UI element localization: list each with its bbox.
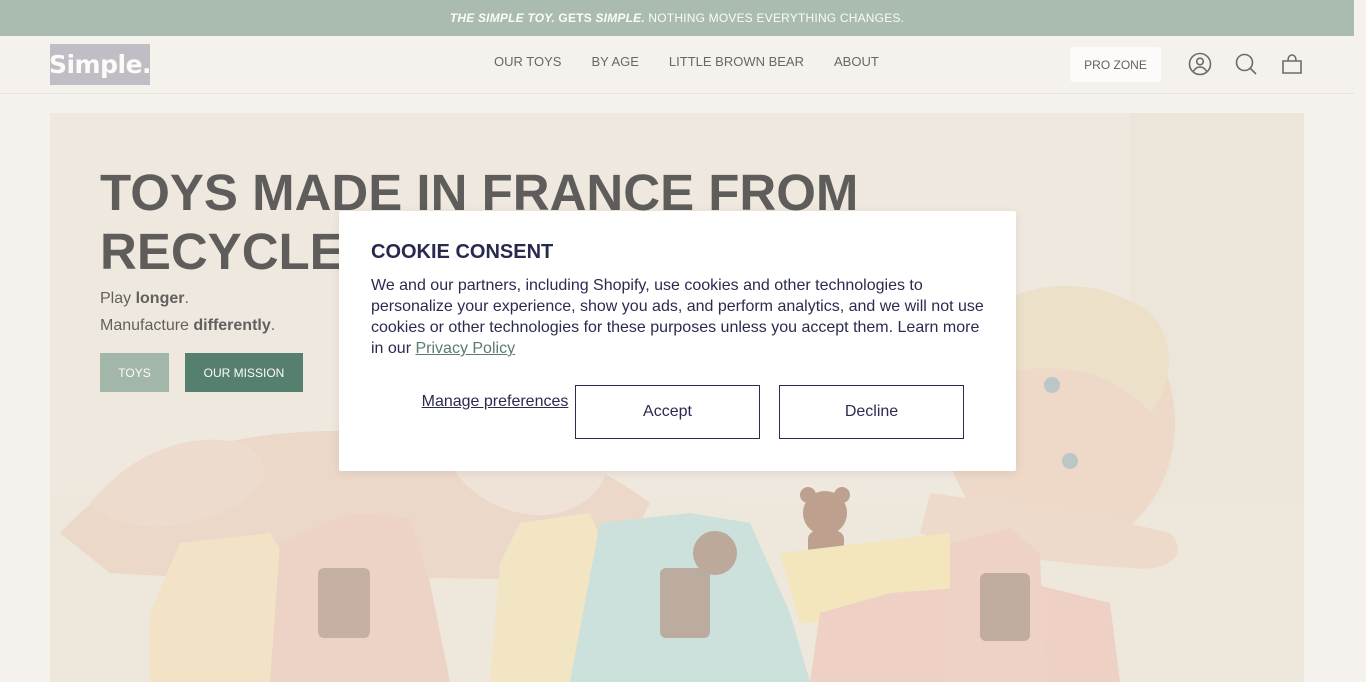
- decline-button[interactable]: Decline: [779, 385, 964, 439]
- cookie-actions: Manage preferences Accept Decline: [371, 385, 964, 439]
- cookie-body: We and our partners, including Shopify, …: [371, 275, 987, 359]
- privacy-policy-link[interactable]: Privacy Policy: [415, 340, 515, 357]
- accept-button[interactable]: Accept: [575, 385, 760, 439]
- cookie-consent-dialog: COOKIE CONSENT We and our partners, incl…: [339, 211, 1016, 471]
- cookie-title: COOKIE CONSENT: [371, 241, 554, 263]
- manage-preferences-link[interactable]: Manage preferences: [421, 392, 569, 411]
